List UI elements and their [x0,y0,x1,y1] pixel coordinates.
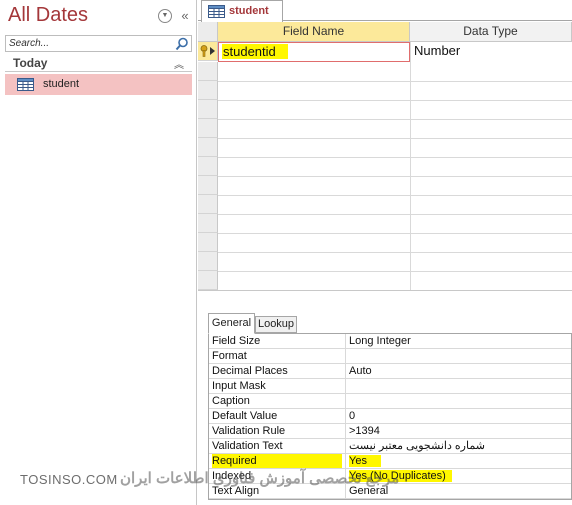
property-value[interactable]: Yes [345,454,571,468]
grid-row-divider [218,195,572,196]
property-value-text: Yes [349,455,381,467]
nav-group-header[interactable]: Today ︽ [5,55,192,72]
property-value[interactable]: شماره دانشجویی معتبر نیست [345,439,571,453]
grid-row-divider [218,100,572,101]
property-row[interactable]: Validation Rule >1394 [209,424,571,439]
row-selector[interactable] [198,271,218,290]
grid-row-divider [218,119,572,120]
pane-splitter[interactable] [198,290,572,312]
row-selector[interactable] [198,100,218,119]
row-selector[interactable] [198,233,218,252]
property-value[interactable] [345,379,571,393]
chevron-up-icon[interactable]: ︽ [174,56,184,71]
grid-row-divider [218,81,572,82]
property-row[interactable]: Caption [209,394,571,409]
watermark-site: TOSINSO.COM [20,472,118,487]
column-header-field-name[interactable]: Field Name [218,22,410,42]
group-label: Today [13,56,48,70]
grid-row-divider [218,214,572,215]
grid-row-divider [218,252,572,253]
row-selector[interactable] [198,62,218,81]
property-label: Format [212,350,247,362]
table-icon [208,5,225,18]
chevron-down-icon[interactable]: ▼ [158,9,172,23]
row-selector[interactable] [198,157,218,176]
grid-row-divider [218,271,572,272]
row-selector[interactable] [198,119,218,138]
search-input[interactable]: Search... [9,38,49,49]
tab-student[interactable]: student [201,0,283,22]
nav-search-box[interactable]: Search... [5,35,192,52]
nav-item-student[interactable]: student [5,74,192,95]
field-grid: Field Name Data Type studentid Number [198,22,572,290]
property-row[interactable]: Format [209,349,571,364]
watermark-text: مرجع تخصصی آموزش فناوری اطلاعات ایران [120,470,400,487]
property-row[interactable]: Field Size Long Integer [209,334,571,349]
search-icon[interactable] [175,37,189,51]
property-value[interactable]: 0 [345,409,571,423]
property-label: Validation Rule [212,425,286,437]
property-row[interactable]: Default Value 0 [209,409,571,424]
row-selector[interactable] [198,81,218,100]
row-selector[interactable] [198,252,218,271]
property-row[interactable]: Required Yes [209,454,571,469]
property-label: Validation Text [212,440,283,452]
property-value[interactable] [345,349,571,363]
property-value[interactable]: >1394 [345,424,571,438]
grid-row-divider [218,157,572,158]
property-label: Default Value [212,410,278,422]
property-value[interactable] [345,394,571,408]
nav-item-label: student [43,78,80,90]
property-row[interactable]: Input Mask [209,379,571,394]
property-row[interactable]: Validation Text شماره دانشجویی معتبر نیست [209,439,571,454]
nav-pane-title[interactable]: All Dates [8,4,88,27]
navigation-pane: All Dates ▼ « Search... Today ︽ student [0,0,197,505]
property-label: Required [212,454,342,468]
property-label: Decimal Places [212,365,288,377]
property-label: Caption [212,395,250,407]
column-header-data-type[interactable]: Data Type [410,22,572,42]
document-tabstrip: student [198,0,572,22]
grid-row-divider [218,233,572,234]
tab-general[interactable]: General [208,313,255,334]
primary-key-icon [200,45,215,57]
collapse-pane-icon[interactable]: « [178,9,192,23]
table-icon [17,78,34,91]
tab-lookup[interactable]: Lookup [255,316,297,333]
grid-corner[interactable] [198,22,218,42]
field-name-value: studentid [222,44,288,59]
row-selector[interactable] [198,42,218,61]
grid-row-divider [218,138,572,139]
row-selector[interactable] [198,138,218,157]
grid-col-divider [410,42,411,290]
property-row[interactable]: Decimal Places Auto [209,364,571,379]
row-selector[interactable] [198,214,218,233]
property-label: Input Mask [212,380,266,392]
row-selector[interactable] [198,195,218,214]
property-value[interactable]: Long Integer [345,334,571,348]
table-design-view: student Field Name Data Type studentid N… [198,0,572,505]
property-label: Field Size [212,335,261,347]
data-type-cell[interactable]: Number [411,42,572,62]
row-selector[interactable] [198,176,218,195]
property-value[interactable]: Auto [345,364,571,378]
tab-label: student [229,5,269,17]
grid-row-divider [218,176,572,177]
field-name-cell[interactable]: studentid [218,42,410,62]
